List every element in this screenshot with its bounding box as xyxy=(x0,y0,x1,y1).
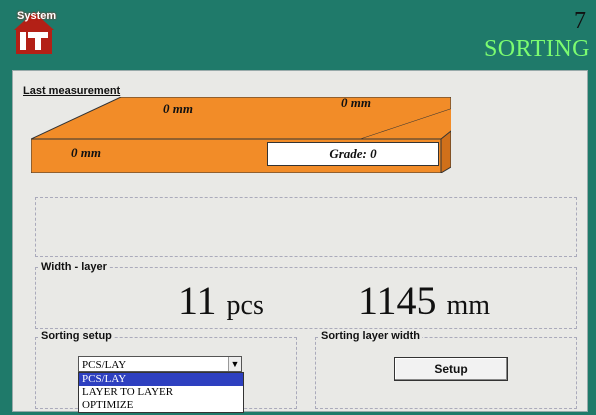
option-pcs-lay[interactable]: PCS/LAY xyxy=(79,373,243,386)
screen-title: SORTING xyxy=(483,36,590,62)
grade-value: 0 xyxy=(370,146,377,161)
sorting-layer-width-label: Sorting layer width xyxy=(319,330,423,342)
sorting-mode-selected: PCS/LAY xyxy=(82,359,127,371)
width-layer-label: Width - layer xyxy=(39,261,109,273)
sorting-mode-options: PCS/LAY LAYER TO LAYER OPTIMIZE xyxy=(78,372,244,413)
mm-unit: mm xyxy=(446,290,491,321)
grade-label: Grade: xyxy=(329,146,367,161)
grade-display: Grade: 0 xyxy=(267,142,439,166)
last-measurement-label: Last measurement xyxy=(23,85,121,97)
sorting-mode-select[interactable]: PCS/LAY ▼ xyxy=(78,356,242,372)
option-layer-to-layer[interactable]: LAYER TO LAYER xyxy=(79,386,243,399)
sorting-setup-label: Sorting setup xyxy=(39,330,114,342)
mm-value: 1145 xyxy=(358,278,437,323)
setup-button[interactable]: Setup xyxy=(394,357,508,381)
width-layer-frame xyxy=(35,267,577,329)
top-right-measure: 0 mm xyxy=(341,95,371,110)
empty-info-frame xyxy=(35,197,577,257)
chevron-down-icon[interactable]: ▼ xyxy=(228,357,241,371)
logo-text: System xyxy=(17,10,57,22)
top-left-measure: 0 mm xyxy=(163,101,193,116)
front-measure: 0 mm xyxy=(71,145,101,160)
screen-number: 7 xyxy=(574,8,586,34)
header-bar: System 7 SORTING xyxy=(0,0,596,66)
pcs-value: 11 xyxy=(178,278,217,323)
option-optimize[interactable]: OPTIMIZE xyxy=(79,399,243,412)
layer-width-mm: 1145 mm xyxy=(358,277,490,324)
pcs-unit: pcs xyxy=(226,290,264,321)
pcs-count: 11 pcs xyxy=(178,277,264,324)
